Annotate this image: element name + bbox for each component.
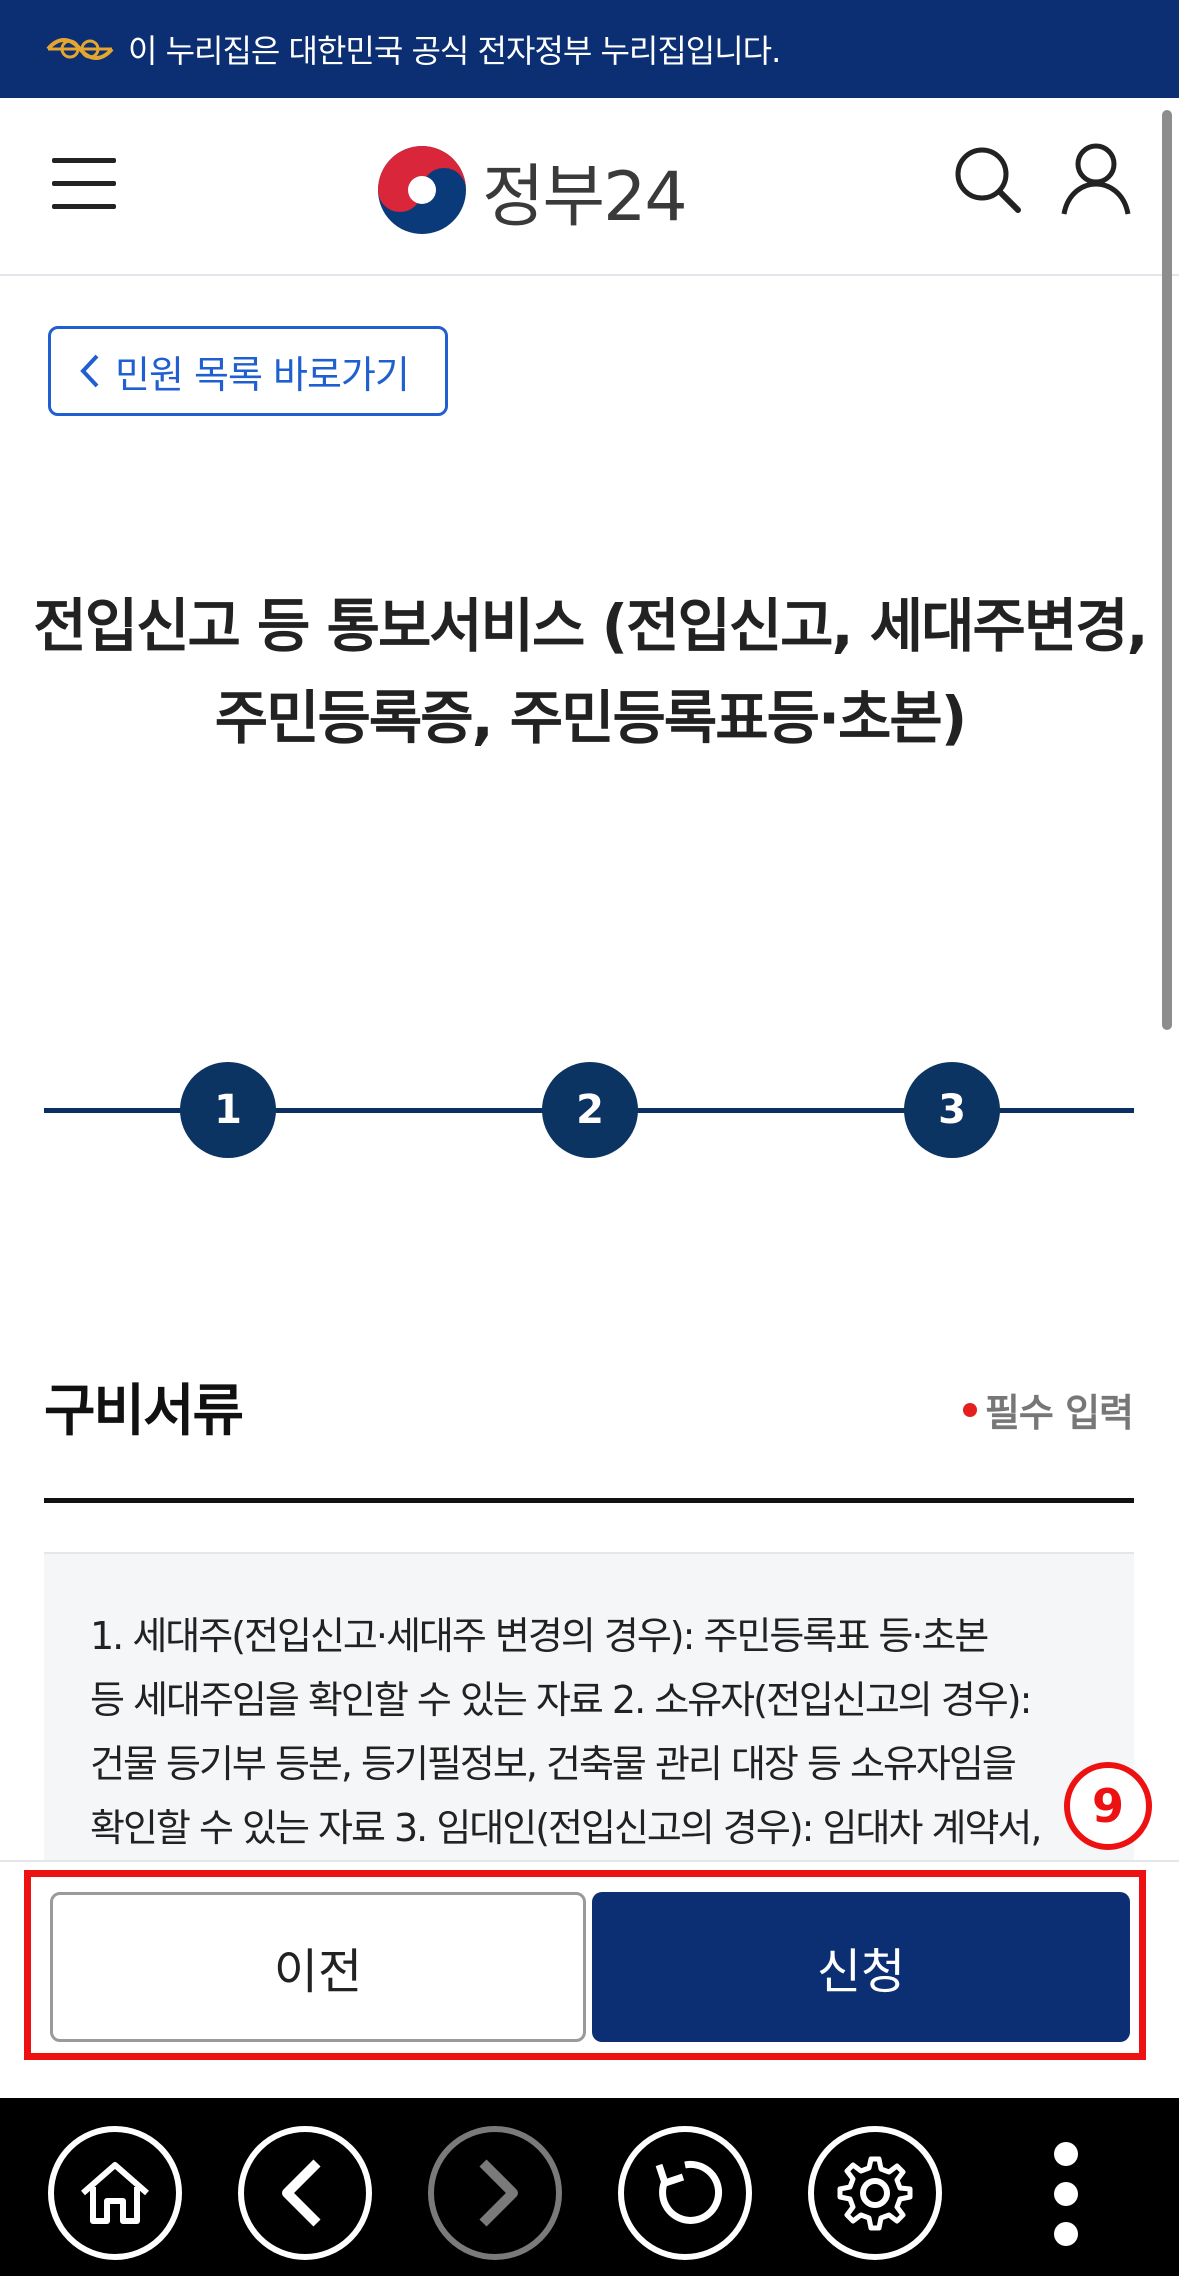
- chevron-left-icon: [282, 2159, 321, 2227]
- annotation-badge: 9: [1064, 1762, 1152, 1850]
- step-1: 1: [180, 1062, 276, 1158]
- required-indicator: 필수 입력: [962, 1382, 1134, 1437]
- user-icon[interactable]: [1060, 142, 1132, 216]
- official-site-banner: 이 누리집은 대한민국 공식 전자정부 누리집입니다.: [0, 0, 1179, 98]
- doc-text-line: 등 세대주임을 확인할 수 있는 자료 2. 소유자(전입신고의 경우):: [90, 1678, 1032, 1722]
- section-title: 구비서류: [44, 1379, 244, 1444]
- chevron-left-icon: [80, 354, 99, 388]
- step-2: 2: [542, 1062, 638, 1158]
- required-label: 필수 입력: [984, 1391, 1134, 1435]
- settings-button[interactable]: [808, 2126, 942, 2260]
- forward-button[interactable]: [428, 2126, 562, 2260]
- back-to-list-label: 민원 목록 바로가기: [115, 352, 410, 397]
- page-title-line: 전입신고 등 통보서비스 (전입신고, 세대주변경,: [33, 592, 1148, 660]
- taegeuk-logo-icon: [378, 146, 466, 234]
- search-icon[interactable]: [952, 144, 1022, 214]
- menu-icon[interactable]: [52, 158, 116, 214]
- doc-text-line: 1. 세대주(전입신고·세대주 변경의 경우): 주민등록표 등·초본: [90, 1614, 989, 1658]
- home-button[interactable]: [48, 2126, 182, 2260]
- refresh-icon: [655, 2160, 723, 2224]
- home-icon: [81, 2162, 149, 2224]
- logo[interactable]: 정부24: [374, 142, 688, 238]
- browser-nav-bar: [0, 2098, 1179, 2276]
- doc-text-line: 확인할 수 있는 자료 3. 임대인(전입신고의 경우): 임대차 계약서,: [90, 1806, 1042, 1850]
- chevron-right-icon: [479, 2159, 518, 2227]
- header: 정부24: [0, 98, 1179, 276]
- back-to-list-button[interactable]: 민원 목록 바로가기: [48, 326, 448, 416]
- scrollbar[interactable]: [1162, 110, 1172, 1030]
- refresh-button[interactable]: [618, 2126, 752, 2260]
- step-3: 3: [904, 1062, 1000, 1158]
- annotation-highlight-box: [24, 1870, 1146, 2060]
- banner-text: 이 누리집은 대한민국 공식 전자정부 누리집입니다.: [128, 32, 781, 70]
- page: 이 누리집은 대한민국 공식 전자정부 누리집입니다. 정부24 민원 목록 바…: [0, 0, 1179, 2276]
- emblem-icon: [46, 38, 114, 60]
- step-indicator: 1 2 3: [44, 1060, 1134, 1160]
- page-title-line: 주민등록증, 주민등록표등·초본): [214, 684, 967, 752]
- gear-icon: [837, 2156, 913, 2231]
- required-documents-box[interactable]: 1. 세대주(전입신고·세대주 변경의 경우): 주민등록표 등·초본 등 세대…: [44, 1552, 1134, 1862]
- doc-text-line: 건물 등기부 등본, 등기필정보, 건축물 관리 대장 등 소유자임을: [90, 1742, 1017, 1786]
- section-divider: [44, 1498, 1134, 1503]
- more-options-icon[interactable]: [1046, 2142, 1086, 2252]
- page-title: 전입신고 등 통보서비스 (전입신고, 세대주변경, 주민등록증, 주민등록표등…: [30, 580, 1150, 764]
- back-button[interactable]: [238, 2126, 372, 2260]
- required-dot-icon: [962, 1402, 977, 1417]
- logo-text: 정부24: [482, 157, 688, 237]
